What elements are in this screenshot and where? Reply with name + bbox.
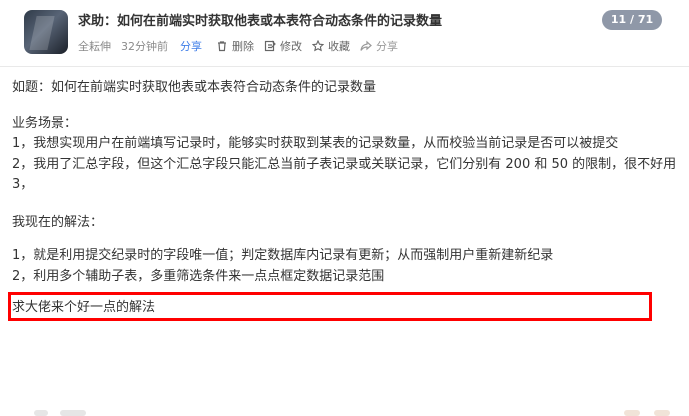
avatar[interactable]: [24, 10, 68, 54]
share-label: 分享: [376, 40, 398, 53]
delete-button[interactable]: 删除: [216, 38, 254, 54]
favorite-label: 收藏: [328, 40, 350, 53]
section-heading: 业务场景：: [12, 115, 78, 131]
star-icon: [312, 40, 324, 52]
post-header: 求助：如何在前端实时获取他表或本表符合动态条件的记录数量 11 / 71 全耘伸…: [0, 0, 689, 67]
solution-item: 1，就是利用提交纪录时的字段唯一值；判定数据库内记录有更新；从而强制用户重新建新…: [12, 248, 554, 263]
share-icon: [360, 40, 372, 51]
favorite-button[interactable]: 收藏: [312, 38, 350, 54]
scenario-item: 2，我用了汇总字段，但这个汇总字段只能汇总当前子表记录或关联记录，它们分别有 2…: [12, 156, 677, 172]
solution-heading: 我现在的解法：: [12, 214, 104, 230]
trash-icon: [218, 41, 226, 52]
post-meta: 全耘伸 32分钟前 分享 删除 修改 收藏 分享: [78, 38, 408, 54]
intro-paragraph: 如题：如何在前端实时获取他表或本表符合动态条件的记录数量: [12, 80, 377, 95]
share-link[interactable]: 分享: [180, 38, 202, 54]
scenario-item: 3，: [12, 177, 34, 192]
post-time: 32分钟前: [121, 40, 168, 53]
edit-button[interactable]: 修改: [264, 38, 302, 54]
delete-label: 删除: [232, 40, 254, 53]
scenario-item: 1，我想实现用户在前端填写记录时，能够实时获取到某表的记录数量，从而校验当前记录…: [12, 136, 619, 151]
highlight-box: [8, 292, 652, 321]
edit-icon: [264, 40, 276, 52]
share-button[interactable]: 分享: [360, 38, 398, 54]
solution-item: 2，利用多个辅助子表，多重筛选条件来一点点框定数据记录范围: [12, 268, 385, 284]
edit-label: 修改: [280, 40, 302, 53]
page-indicator-badge: 11 / 71: [602, 10, 662, 30]
post-body: 如题：如何在前端实时获取他表或本表符合动态条件的记录数量 业务场景： 1，我想实…: [12, 78, 682, 319]
author-name[interactable]: 全耘伸: [78, 38, 111, 54]
post-title: 求助：如何在前端实时获取他表或本表符合动态条件的记录数量: [78, 14, 443, 29]
footer-peek: [0, 408, 689, 416]
